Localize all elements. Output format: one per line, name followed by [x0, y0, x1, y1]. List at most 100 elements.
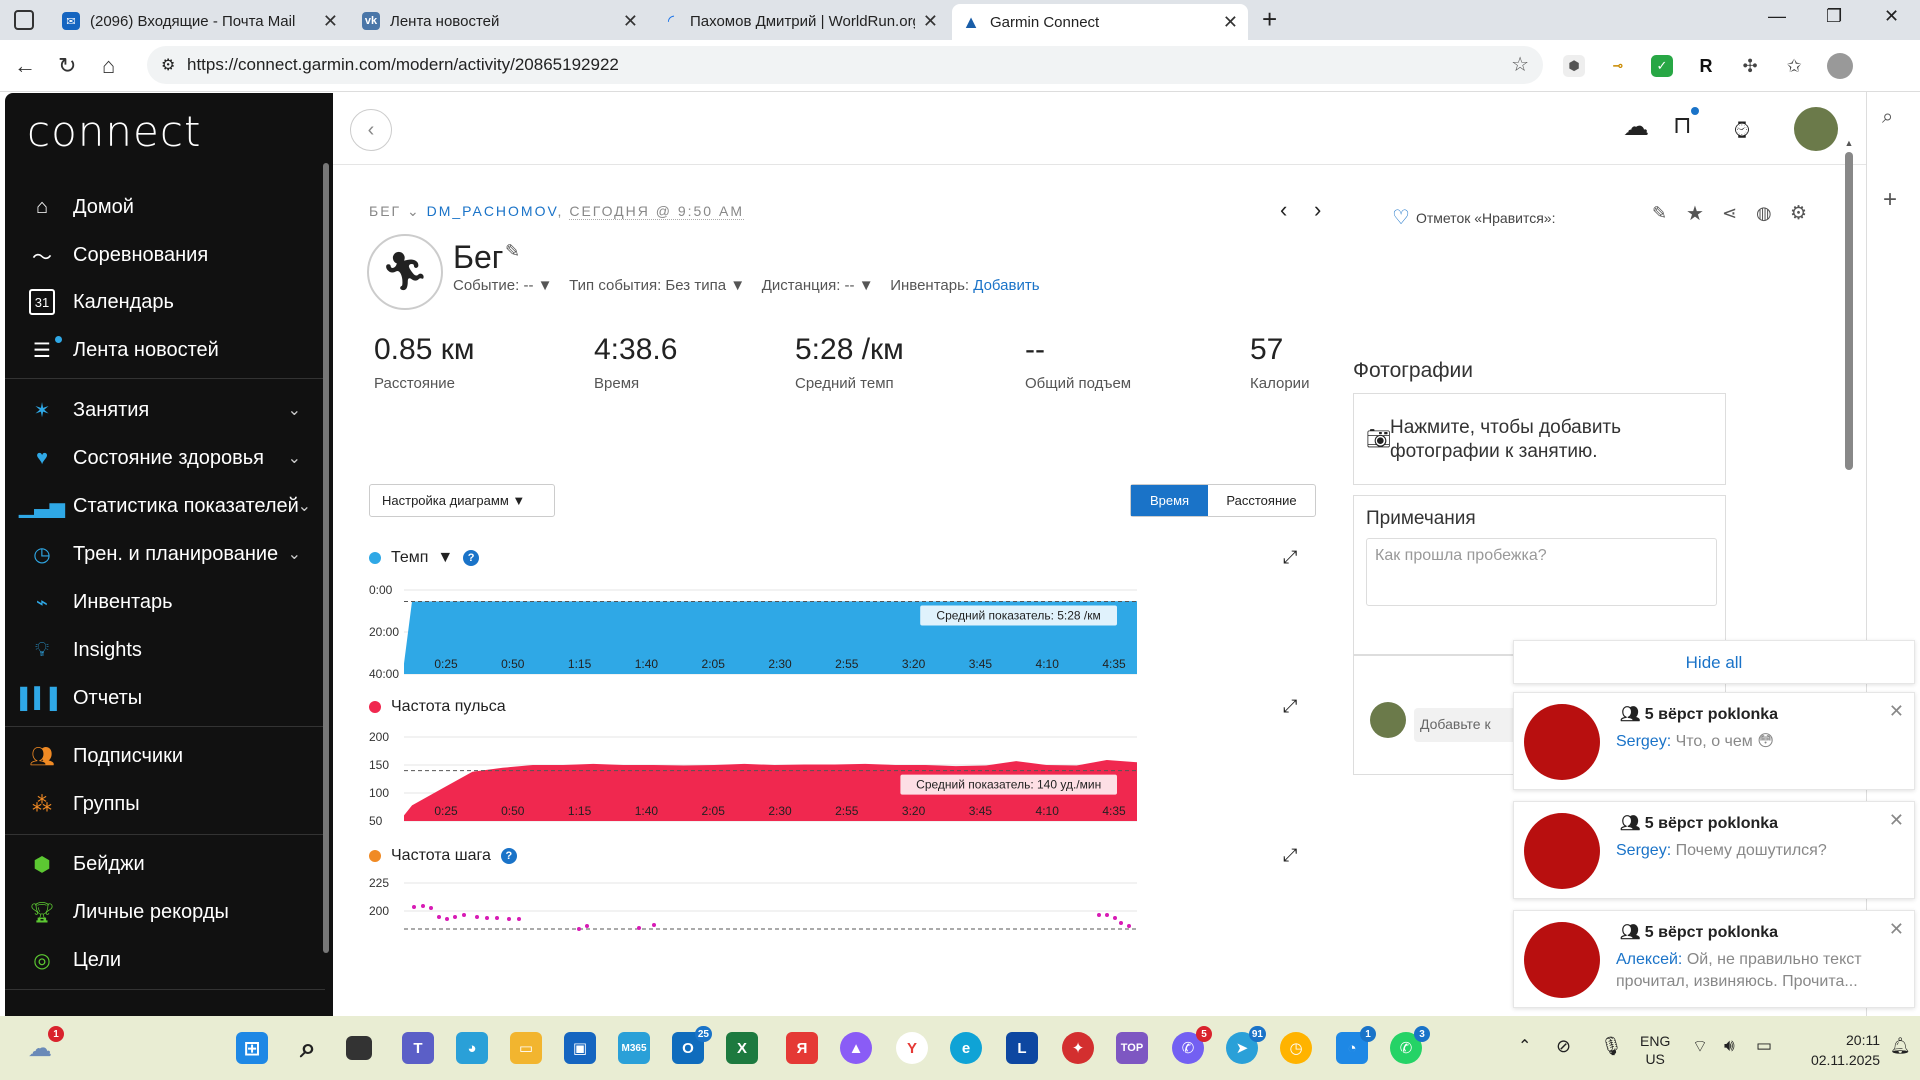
avatar[interactable]	[1794, 107, 1838, 151]
search-icon[interactable]: ⌕	[292, 1032, 324, 1064]
notification-card[interactable]: 👥︎ 5 вёрст poklonka Sergey: Почему дошут…	[1513, 801, 1915, 899]
tray-chevron-icon[interactable]: ⌃	[1518, 1036, 1531, 1056]
inbox-icon[interactable]: ⊓	[1673, 107, 1699, 140]
profile-icon[interactable]	[1827, 53, 1853, 79]
tab-actions-icon[interactable]	[14, 10, 34, 30]
sidebar-item-goals[interactable]: ◎ Цели	[5, 940, 315, 980]
clock-app-icon[interactable]: ◷	[1280, 1032, 1312, 1064]
extension-r-icon[interactable]: R	[1695, 55, 1717, 77]
sidebar-item-gear[interactable]: ⌁ Инвентарь	[5, 582, 315, 622]
home-icon[interactable]: ⌂	[102, 53, 115, 79]
share-icon[interactable]: ⋖	[1722, 203, 1737, 224]
address-bar[interactable]: ⚙ https://connect.garmin.com/modern/acti…	[147, 46, 1543, 84]
outlook-icon[interactable]: O 25	[672, 1026, 712, 1064]
sidebar-item-records[interactable]: 🏆︎ Личные рекорды	[5, 892, 315, 932]
notes-textarea[interactable]: Как прошла пробежка?	[1366, 538, 1717, 606]
app-red-icon[interactable]: ✦	[1062, 1032, 1094, 1064]
back-button[interactable]: ‹	[350, 109, 392, 151]
sidebar-scrollbar[interactable]	[323, 163, 329, 953]
site-info-icon[interactable]: ⚙	[161, 55, 175, 75]
minimize-icon[interactable]: —	[1768, 6, 1786, 27]
prev-activity-icon[interactable]: ‹	[1280, 197, 1287, 223]
watch-icon[interactable]: ⌚︎	[1730, 111, 1754, 147]
paint-icon[interactable]: ◕	[456, 1032, 488, 1064]
viber-icon[interactable]: ✆ 5	[1172, 1026, 1212, 1064]
tab-worldrun[interactable]: ◜ Пахомов Дмитрий | WorldRun.org ✕	[652, 5, 948, 37]
sidebar-item-stats[interactable]: ▁▃▅ Статистика показателей ⌄	[5, 486, 315, 526]
task-view-icon[interactable]	[346, 1036, 372, 1060]
microphone-icon[interactable]: 🎙︎	[1600, 1036, 1623, 1057]
favorite-star-icon[interactable]: ☆	[1511, 52, 1529, 77]
sidebar-item-competitions[interactable]: 〜 Соревнования	[5, 235, 315, 275]
sidebar-item-training[interactable]: ◷ Трен. и планирование ⌄	[5, 534, 315, 574]
notifications-bell-icon[interactable]: 🔔︎	[1890, 1036, 1910, 1056]
close-icon[interactable]: ✕	[323, 11, 338, 32]
extension-key-icon[interactable]: ⊸	[1607, 55, 1629, 77]
expand-icon[interactable]: ⤢	[1283, 696, 1297, 717]
scrollbar-thumb[interactable]	[1845, 152, 1853, 470]
network-off-icon[interactable]: ⊘	[1556, 1036, 1571, 1057]
close-window-icon[interactable]: ✕	[1884, 6, 1899, 27]
messenger-icon[interactable]: ◔ 1	[1336, 1026, 1376, 1064]
tab-mail[interactable]: ✉ (2096) Входящие - Почта Mail ✕	[52, 5, 348, 37]
scroll-up-icon[interactable]: ▲	[1844, 138, 1854, 148]
help-icon[interactable]: ?	[500, 848, 517, 864]
wifi-icon[interactable]: ⌔	[1692, 1036, 1708, 1057]
chevron-down-icon[interactable]: ⌄	[407, 203, 421, 219]
sidebar-item-newsfeed[interactable]: ☰ Лента новостей	[5, 330, 315, 370]
activity-type[interactable]: БЕГ	[369, 203, 401, 219]
add-icon[interactable]: +	[1883, 186, 1897, 214]
chart-settings-dropdown[interactable]: Настройка диаграмм ▼	[369, 484, 555, 517]
settings-gear-icon[interactable]: ⚙	[1790, 202, 1807, 225]
whatsapp-icon[interactable]: ✆ 3	[1390, 1026, 1430, 1064]
yandex-icon[interactable]: Я	[786, 1032, 818, 1064]
extension-adguard-icon[interactable]: ✓	[1651, 55, 1673, 77]
event-select[interactable]: Событие: -- ▼	[453, 277, 552, 294]
extensions-icon[interactable]: ✣	[1739, 55, 1761, 77]
notification-card[interactable]: 👥︎ 5 вёрст poklonka Алексей: Ой, не прав…	[1513, 910, 1915, 1008]
cadence-chart[interactable]: 225 200	[369, 873, 1139, 933]
sidebar-item-reports[interactable]: ▌▍▌ Отчеты	[5, 678, 315, 718]
expand-icon[interactable]: ⤢	[1283, 547, 1297, 568]
extension-shield-icon[interactable]: ⬢	[1563, 55, 1585, 77]
sidebar-item-home[interactable]: ⌂ Домой	[5, 187, 315, 227]
app-l-icon[interactable]: L	[1006, 1032, 1038, 1064]
activity-title[interactable]: Бег	[453, 239, 503, 276]
teams-icon[interactable]: T	[402, 1032, 434, 1064]
close-icon[interactable]: ✕	[923, 11, 938, 32]
reload-icon[interactable]: ↻	[58, 53, 76, 79]
battery-icon[interactable]: ▭	[1756, 1036, 1772, 1056]
sidebar-item-followers[interactable]: 👥︎ Подписчики	[5, 736, 315, 776]
activity-user-link[interactable]: DM_PACHOMOV	[427, 203, 558, 219]
sidebar-item-health[interactable]: ♥ Состояние здоровья ⌄	[5, 438, 315, 478]
start-icon[interactable]: ⊞	[236, 1032, 268, 1064]
toggle-time-button[interactable]: Время	[1131, 485, 1208, 516]
distance-select[interactable]: Дистанция: -- ▼	[762, 277, 874, 294]
heart-outline-icon[interactable]: ♡	[1392, 205, 1410, 230]
alice-icon[interactable]: ▲	[840, 1032, 872, 1064]
pace-chart[interactable]: 0:00 20:00 40:00 0:25 0:50 1:15 1:40 2:05 2:30 2:…	[369, 578, 1139, 688]
clock[interactable]: 20:11 02.11.2025	[1800, 1030, 1880, 1070]
expand-icon[interactable]: ⤢	[1283, 845, 1297, 866]
back-arrow-icon[interactable]: ←	[14, 53, 36, 79]
sidebar-item-calendar[interactable]: 31 Календарь	[5, 282, 315, 322]
heart-rate-chart[interactable]: 200 150 100 50 0:25 0:50 1:15 1:40 2:05 2:30 2:55 3…	[369, 725, 1139, 835]
tab-garmin[interactable]: ▲ Garmin Connect ✕	[952, 4, 1248, 40]
tab-vk[interactable]: vk Лента новостей ✕	[352, 5, 648, 37]
upload-cloud-icon[interactable]: ☁	[1623, 111, 1649, 142]
store-icon[interactable]: ▣	[564, 1032, 596, 1064]
explorer-icon[interactable]: ▭	[510, 1032, 542, 1064]
event-type-select[interactable]: Тип события: Без типа ▼	[569, 277, 745, 294]
close-icon[interactable]: ✕	[623, 11, 638, 32]
excel-icon[interactable]: X	[726, 1032, 758, 1064]
telegram-icon[interactable]: ➤ 91	[1226, 1026, 1266, 1064]
hide-all-button[interactable]: Hide all	[1514, 641, 1914, 685]
close-icon[interactable]: ✕	[1223, 12, 1238, 33]
maximize-icon[interactable]: ❐	[1826, 6, 1842, 27]
add-gear-link[interactable]: Добавить	[973, 277, 1039, 294]
edge-icon[interactable]: e	[950, 1032, 982, 1064]
next-activity-icon[interactable]: ›	[1314, 197, 1321, 223]
edit-pencil-icon[interactable]: ✎	[505, 241, 520, 262]
top-icon[interactable]: TOP	[1116, 1032, 1148, 1064]
volume-icon[interactable]: 🔊︎	[1724, 1036, 1735, 1056]
